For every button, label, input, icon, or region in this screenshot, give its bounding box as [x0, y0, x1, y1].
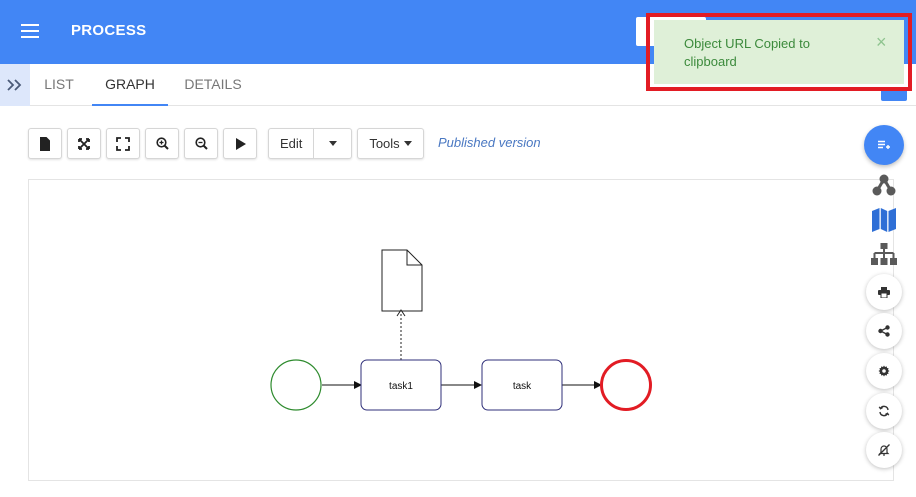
tab-list[interactable]: LIST — [30, 64, 88, 106]
end-event[interactable] — [600, 359, 652, 411]
network-icon — [872, 174, 896, 196]
side-panel-toggle[interactable] — [881, 88, 907, 101]
map-icon — [872, 208, 896, 232]
notifications-off-icon — [878, 444, 890, 456]
toast-notification: Object URL Copied to clipboard — [654, 20, 904, 84]
zoom-in-button[interactable] — [145, 128, 179, 159]
graph-canvas[interactable]: task1 task — [28, 179, 894, 481]
print-icon — [878, 286, 890, 298]
sync-icon — [878, 405, 890, 417]
tab-details[interactable]: DETAILS — [174, 64, 252, 106]
close-icon[interactable]: × — [876, 33, 887, 51]
process-diagram: task1 task — [270, 249, 652, 411]
tools-button[interactable]: Tools — [358, 129, 423, 158]
double-chevron-right-icon — [7, 79, 22, 91]
chevron-down-icon — [328, 141, 337, 146]
page-title: PROCESS — [71, 22, 147, 39]
tools-label: Tools — [369, 136, 400, 151]
zoom-out-icon — [194, 137, 208, 150]
fullscreen-icon — [116, 136, 130, 151]
fit-to-screen-button[interactable] — [67, 128, 101, 159]
hierarchy-icon — [871, 243, 897, 265]
edit-menu-toggle[interactable] — [314, 129, 351, 158]
tools-dropdown[interactable]: Tools — [357, 128, 424, 159]
add-to-list-button[interactable] — [864, 125, 904, 165]
chevron-down-icon — [403, 141, 412, 146]
new-document-icon — [40, 136, 50, 151]
tab-graph[interactable]: GRAPH — [92, 64, 168, 106]
notifications-off-button[interactable] — [866, 432, 902, 468]
network-view-button[interactable] — [868, 169, 900, 201]
play-icon — [235, 137, 246, 150]
share-button[interactable] — [866, 313, 902, 349]
hamburger-icon[interactable] — [21, 24, 39, 38]
map-view-button[interactable] — [868, 204, 900, 236]
version-status: Published version — [438, 135, 541, 150]
new-document-button[interactable] — [28, 128, 62, 159]
edit-dropdown: Edit — [268, 128, 352, 159]
settings-button[interactable] — [866, 353, 902, 389]
zoom-in-icon — [155, 137, 169, 150]
gear-icon — [878, 365, 890, 377]
hierarchy-view-button[interactable] — [868, 239, 900, 271]
play-button[interactable] — [223, 128, 257, 159]
print-button[interactable] — [866, 274, 902, 310]
toast-message: Object URL Copied to clipboard — [684, 36, 810, 69]
document-artifact[interactable] — [381, 249, 423, 312]
zoom-out-button[interactable] — [184, 128, 218, 159]
start-event[interactable] — [270, 359, 322, 411]
sync-button[interactable] — [866, 393, 902, 429]
task-label: task1 — [389, 381, 413, 392]
edit-button[interactable]: Edit — [269, 129, 315, 158]
list-add-icon — [878, 140, 890, 149]
fullscreen-button[interactable] — [106, 128, 140, 159]
task-label: task — [513, 381, 532, 392]
expand-panel-button[interactable] — [0, 64, 30, 106]
fit-icon — [78, 137, 90, 150]
share-icon — [878, 325, 890, 337]
